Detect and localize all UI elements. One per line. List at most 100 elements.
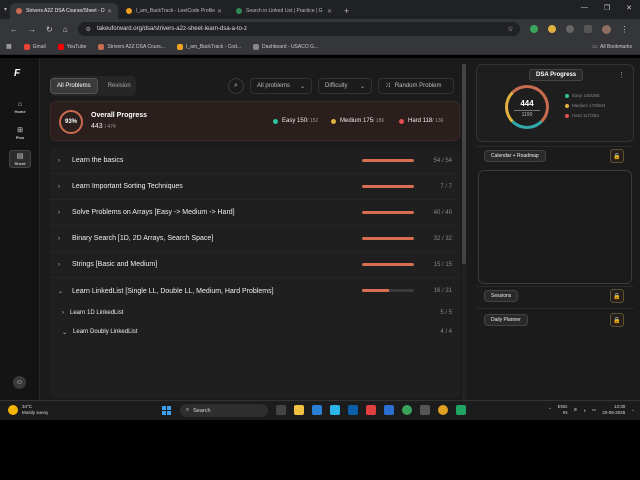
easy-stat: Easy 150 / 152 (273, 118, 318, 124)
subtopic-row[interactable]: ⌄ Learn Doubly LinkedList 4 / 4 (50, 323, 460, 341)
lock-icon[interactable]: 🔒 (610, 313, 624, 327)
tab-strivers[interactable]: Strivers A2Z DSA Course/Sheet - D ✕ (10, 3, 118, 19)
rail-item-plus[interactable]: ⊞ Plus (9, 124, 31, 142)
home-browser-icon[interactable]: ⌂ (63, 25, 68, 34)
search-icon: ⌕ (186, 407, 190, 413)
bookmarks-bar: ▦ Gmail YouTube Strivers A2Z DSA Cours..… (0, 39, 640, 55)
terminal-icon[interactable] (420, 405, 430, 415)
filter-label: All problems (257, 83, 291, 89)
subtopic-row[interactable]: › Learn 1D LinkedList 5 / 5 (50, 304, 460, 322)
topic-row[interactable]: › Binary Search [1D, 2D Arrays, Search S… (50, 226, 460, 252)
rail-item-home[interactable]: ⌂ Home (9, 98, 31, 116)
url-input[interactable]: ⚙ takeuforward.org/dsa/strivers-a2z-shee… (77, 22, 520, 36)
tab-close-icon[interactable]: ✕ (107, 8, 112, 15)
app-icon[interactable] (312, 405, 322, 415)
site-info-icon[interactable]: ⚙ (86, 26, 91, 33)
tab-favicon (126, 8, 132, 14)
app-logo[interactable]: F (14, 68, 20, 79)
bookmark-gmail[interactable]: Gmail (23, 43, 46, 50)
apps-grid-icon[interactable]: ▦ (6, 43, 12, 50)
maximize-icon[interactable]: ❐ (604, 4, 610, 12)
topic-row[interactable]: › Learn the basics 54 / 54 (50, 148, 460, 174)
file-explorer-icon[interactable] (294, 405, 304, 415)
back-icon[interactable]: ← (10, 25, 18, 34)
subtopic-title: Learn Doubly LinkedList (73, 329, 138, 335)
edge-icon[interactable] (330, 405, 340, 415)
volume-icon[interactable]: ◖ (583, 408, 586, 413)
tab-search-icon[interactable]: ▾ (4, 6, 7, 13)
sessions-button[interactable]: Sessions (484, 290, 519, 302)
problems-filter[interactable]: All problems ⌄ (250, 78, 312, 94)
task-view-icon[interactable] (276, 405, 286, 415)
tab-leetcode[interactable]: I_am_BackTrack - LeetCode Profile ✕ (120, 3, 228, 19)
tab-revision[interactable]: Revision (102, 78, 137, 94)
extension-icon[interactable] (547, 25, 556, 33)
sidebar-icon[interactable] (583, 25, 592, 33)
calendar-roadmap-button[interactable]: Calendar + Roadmap (484, 150, 546, 162)
weather-widget[interactable]: 34°C Mostly sunny (8, 404, 48, 416)
main-scrollbar[interactable] (462, 64, 466, 400)
main-content: All Problems Revision ⌕ All problems ⌄ D… (40, 58, 468, 420)
left-rail: F ⌂ Home ⊞ Plus ▤ Sheet ☺ (0, 58, 40, 420)
user-avatar[interactable]: ☺ (13, 376, 26, 389)
chrome-canary-icon[interactable] (438, 405, 448, 415)
language-indicator[interactable]: ENG IN (558, 404, 568, 416)
scrollbar-thumb[interactable] (462, 64, 466, 264)
topic-row[interactable]: › Solve Problems on Arrays [Easy -> Medi… (50, 200, 460, 226)
topic-title: Solve Problems on Arrays [Easy -> Medium… (72, 209, 235, 216)
app-icon[interactable] (456, 405, 466, 415)
close-window-icon[interactable]: ✕ (626, 4, 632, 12)
window-controls: — ❐ ✕ (581, 4, 632, 12)
minimize-icon[interactable]: — (581, 4, 588, 12)
bookmark-star-icon[interactable]: ☆ (507, 25, 513, 33)
profile-avatar[interactable] (601, 24, 611, 34)
view-toggle-buttons: All Problems Revision (50, 78, 137, 94)
tab-all-problems[interactable]: All Problems (50, 78, 98, 94)
vscode-icon[interactable] (384, 405, 394, 415)
lock-icon[interactable]: 🔒 (610, 289, 624, 303)
clock[interactable]: 13:30 20-06-2026 (602, 404, 625, 416)
bookmark-youtube[interactable]: YouTube (57, 43, 86, 50)
chevron-down-icon: ⌄ (299, 83, 305, 90)
random-problem-button[interactable]: ⤨ Random Problem (378, 78, 454, 94)
windows-start-icon[interactable] (162, 406, 171, 415)
store-icon[interactable] (348, 405, 358, 415)
more-options-icon[interactable]: ⋮ (618, 71, 625, 79)
extensions-puzzle-icon[interactable] (565, 25, 574, 33)
tab-close-icon[interactable]: ✕ (327, 8, 332, 15)
medium-stat: Medium 175 / 186 (331, 118, 384, 124)
forward-icon[interactable]: → (28, 25, 36, 34)
wifi-icon[interactable]: ≋ (573, 407, 577, 413)
topic-row[interactable]: › Learn Important Sorting Techniques 7 /… (50, 174, 460, 200)
bookmark-strivers[interactable]: Strivers A2Z DSA Cours... (98, 43, 165, 50)
tab-close-icon[interactable]: ✕ (217, 8, 222, 15)
app-icon[interactable] (366, 405, 376, 415)
topic-row-expanded[interactable]: ⌄ Learn LinkedList [Single LL, Double LL… (50, 278, 460, 304)
random-label: Random Problem (394, 83, 442, 89)
reload-icon[interactable]: ↻ (46, 25, 53, 34)
rail-label: Plus (15, 135, 25, 140)
notifications-icon[interactable]: ◔ (631, 408, 634, 413)
rail-item-sheet[interactable]: ▤ Sheet (9, 150, 31, 168)
search-button[interactable]: ⌕ (228, 78, 244, 94)
daily-planner-button[interactable]: Daily Planner (484, 314, 528, 326)
browser-menu-icon[interactable]: ⋮ (621, 25, 629, 34)
chrome-icon[interactable] (402, 405, 412, 415)
easy-label: Easy (282, 118, 296, 124)
bookmark-leetcode[interactable]: I_am_BackTrack - Cod... (176, 43, 241, 50)
tab-gfg[interactable]: Search in Linked List | Practice | G ✕ (230, 3, 338, 19)
battery-icon[interactable]: ▭ (592, 407, 596, 413)
all-bookmarks-button[interactable]: ▭ All Bookmarks (592, 44, 632, 50)
new-tab-button[interactable]: + (344, 6, 349, 16)
calendar-panel (478, 170, 632, 284)
medium-total: / 186 (373, 118, 385, 124)
bookmark-usaco[interactable]: Dashboard - USACO G... (253, 43, 318, 50)
topic-row[interactable]: › Strings [Basic and Medium] 15 / 15 (50, 252, 460, 278)
extension-icon[interactable] (529, 25, 538, 33)
difficulty-filter[interactable]: Difficulty ⌄ (318, 78, 372, 94)
dsa-progress-title: DSA Progress (529, 69, 584, 81)
lock-icon[interactable]: 🔒 (610, 149, 624, 163)
total-count: / 474 (104, 124, 116, 130)
taskbar-search[interactable]: ⌕ Search (180, 404, 268, 417)
tray-chevron-icon[interactable]: ⌃ (548, 407, 552, 413)
